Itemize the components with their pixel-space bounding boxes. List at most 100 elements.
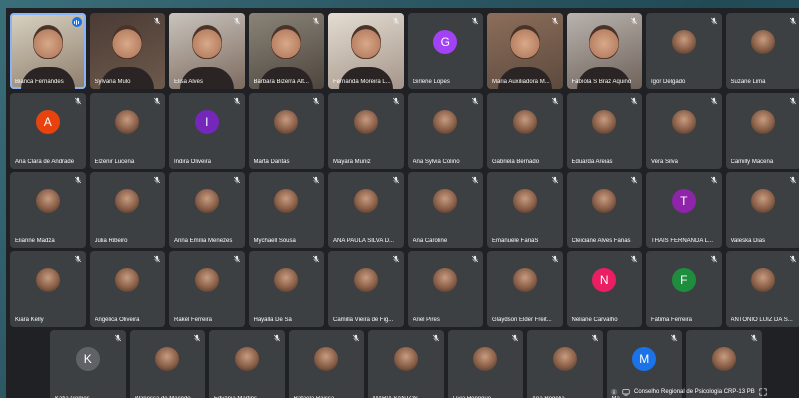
participant-name: Bianca Fernandes (15, 79, 64, 85)
participant-tile[interactable]: Ana Rogélia (527, 330, 603, 398)
participant-name: Mayara Muniz (333, 159, 371, 165)
participant-tile[interactable]: ANA PAULA SILVA D... (328, 172, 404, 248)
participant-tile[interactable]: Elisa Alves (169, 13, 245, 89)
participant-tile[interactable]: I Indira Oliveira (169, 93, 245, 169)
participant-tile[interactable]: Camilly Macena (725, 93, 799, 169)
participant-name: Elianne Madza (15, 238, 55, 244)
participant-tile[interactable]: G Girlene Lopes (407, 13, 483, 89)
mic-off-icon (352, 334, 360, 342)
participant-tile[interactable]: Maria Auxiliadora M... (487, 13, 563, 89)
avatar-photo (671, 29, 696, 54)
participant-tile[interactable]: Bianca Fernandes (10, 13, 86, 89)
participant-tile[interactable]: Cleiciane Alves Farias (566, 172, 642, 248)
participant-name: Glaydson Elder Freit... (492, 317, 552, 323)
participant-tile[interactable]: Camilla Vieira de Fig... (328, 251, 404, 327)
participant-name: Ana Sylvia Colino (412, 159, 460, 165)
participant-video-body (338, 67, 393, 89)
mic-off-icon (74, 176, 82, 184)
participant-tile[interactable]: A Ana Clara de Andrade (10, 93, 86, 169)
participant-tile[interactable]: Ana Caroline (407, 172, 483, 248)
participant-tile[interactable]: Fabíola S Braz Aquino (566, 13, 642, 89)
participant-tile[interactable]: ANTONIO LUIZ DA S... (725, 251, 799, 327)
participant-tile[interactable]: Edvânia Martins (209, 330, 285, 398)
mic-off-icon (74, 255, 82, 263)
screen-share-icon[interactable] (622, 388, 630, 396)
participant-tile[interactable]: Vera Silva (646, 93, 722, 169)
participant-name: Elzenir Lucena (94, 159, 135, 165)
mic-off-icon (750, 334, 758, 342)
participant-name: Fabíola S Braz Aquino (571, 79, 632, 85)
meeting-grid: Bianca Fernandes Sylvana Mulo Elisa Alves B… (6, 8, 799, 398)
mic-off-icon (233, 97, 241, 105)
participant-tile[interactable]: Angélica Oliveira (89, 251, 165, 327)
mic-off-icon (789, 17, 797, 25)
participant-tile[interactable]: Valeska Dias (725, 172, 799, 248)
participant-tile[interactable]: Júlia Ribeiro (89, 172, 165, 248)
participant-tile[interactable]: Sylvana Mulo (89, 13, 165, 89)
mic-off-icon (312, 176, 320, 184)
participant-tile[interactable]: Bárbara Bizerra Alt... (248, 13, 324, 89)
participant-name: Indira Oliveira (174, 159, 212, 165)
participant-tile[interactable]: Elzenir Lucena (89, 93, 165, 169)
participant-tile[interactable]: Ariel Pires (407, 251, 483, 327)
avatar-photo (751, 29, 776, 54)
participant-tile[interactable]: Igor Delgado (646, 13, 722, 89)
participant-tile[interactable]: N Neliane Carvalho (566, 251, 642, 327)
participant-tile[interactable]: Glaydson Elder Freit... (487, 251, 563, 327)
participant-tile[interactable]: Lívia Henrique (447, 330, 523, 398)
avatar-photo (552, 346, 577, 371)
participant-tile[interactable]: T THAIS FERNANDA L... (646, 172, 722, 248)
participant-name: Igor Delgado (651, 79, 686, 85)
participant-tile[interactable]: Ana Sylvia Colino (407, 93, 483, 169)
participant-tile[interactable]: Hayalla De Sá (248, 251, 324, 327)
participant-tile[interactable]: Kiara Kelly (10, 251, 86, 327)
participant-name: Eduarda Areias (571, 159, 613, 165)
avatar-photo (751, 267, 776, 292)
participant-name: Angélica Oliveira (94, 317, 140, 323)
participant-tile[interactable]: Suzane Lima (725, 13, 799, 89)
participant-tile[interactable]: F Fátima Ferreira (646, 251, 722, 327)
participant-tile[interactable]: MARIA SANTOS (368, 330, 444, 398)
participant-video (589, 24, 620, 59)
participant-tile[interactable]: Wanessa de Macêdo (129, 330, 205, 398)
participant-tile[interactable]: Gabriela Bernado (487, 93, 563, 169)
mic-off-icon (789, 97, 797, 105)
mic-off-icon (630, 97, 638, 105)
avatar-photo (314, 346, 339, 371)
avatar-photo (115, 109, 140, 134)
participant-tile[interactable]: Marta Dantas (248, 93, 324, 169)
participant-name: Camilla Vieira de Fig... (333, 317, 394, 323)
participant-tile[interactable]: Rafaela Raissa (288, 330, 364, 398)
avatar-photo (433, 188, 458, 213)
participant-tile[interactable]: Emanuele FariaS (487, 172, 563, 248)
participant-name: Kiara Kelly (15, 317, 44, 323)
mic-off-icon (511, 334, 519, 342)
participant-name: Hayalla De Sá (253, 317, 292, 323)
avatar-initial: G (433, 29, 458, 54)
mic-off-icon (193, 334, 201, 342)
participant-tile[interactable]: Rakel Ferreira (169, 251, 245, 327)
avatar-photo (353, 267, 378, 292)
participant-tile[interactable]: Mayara Muniz (328, 93, 404, 169)
avatar-initial: K (75, 346, 100, 371)
participant-name: Gabriela Bernado (492, 159, 540, 165)
avatar-photo (194, 188, 219, 213)
mic-off-icon (153, 17, 161, 25)
mic-off-icon (551, 17, 559, 25)
info-icon[interactable] (610, 388, 618, 396)
participant-name: Valeska Dias (730, 238, 766, 244)
avatar-photo (473, 346, 498, 371)
participant-tile[interactable]: Mychaell Sousa (248, 172, 324, 248)
participant-tile[interactable]: Fernanda Moreira L... (328, 13, 404, 89)
participant-name: Rakel Ferreira (174, 317, 213, 323)
mic-off-icon (670, 334, 678, 342)
participant-tile[interactable]: Eduarda Areias (566, 93, 642, 169)
fullscreen-icon[interactable] (759, 388, 767, 396)
participant-video-body (259, 67, 314, 89)
participant-tile[interactable]: Elianne Madza (10, 172, 86, 248)
participant-tile[interactable]: KKatia Gomes (50, 330, 126, 398)
participant-video (350, 24, 381, 59)
participant-tile[interactable]: Anna Emília Menezes (169, 172, 245, 248)
avatar-photo (353, 188, 378, 213)
avatar-photo (751, 188, 776, 213)
